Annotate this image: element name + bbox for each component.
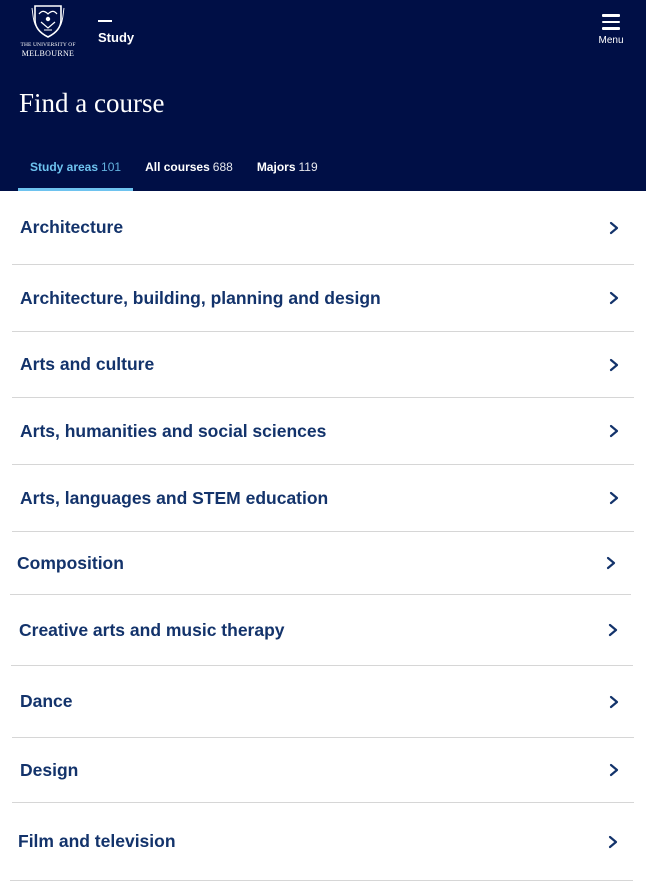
chevron-right-icon — [609, 695, 619, 708]
chevron-right-icon — [609, 763, 619, 777]
university-logo[interactable]: THE UNIVERSITY OF MELBOURNE — [18, 4, 78, 62]
tab-count: 119 — [298, 160, 318, 174]
site-header: THE UNIVERSITY OF MELBOURNE Study Menu F… — [0, 0, 646, 191]
list-item-creative-arts[interactable]: Creative arts and music therapy — [11, 595, 633, 666]
tab-count: 688 — [212, 160, 233, 174]
list-item-label: Architecture — [20, 217, 124, 237]
tab-label: Majors — [256, 160, 296, 174]
list-item-architecture-building[interactable]: Architecture, building, planning and des… — [12, 265, 634, 332]
menu-label: Menu — [598, 35, 624, 46]
section-label[interactable]: Study — [98, 30, 134, 45]
list-item-arts-languages-stem[interactable]: Arts, languages and STEM education — [12, 465, 634, 532]
chevron-right-icon — [609, 358, 619, 371]
list-item-label: Composition — [17, 552, 124, 573]
hamburger-menu-icon — [602, 14, 620, 30]
list-item-label: Creative arts and music therapy — [19, 619, 285, 640]
list-item-label: Arts, languages and STEM education — [20, 487, 329, 508]
chevron-right-icon — [606, 556, 616, 570]
list-item-label: Arts and culture — [20, 354, 155, 374]
list-item-label: Film and television — [18, 831, 176, 851]
list-item-label: Design — [20, 759, 79, 780]
university-crest-icon — [31, 5, 65, 38]
list-item-film-and-television[interactable]: Film and television — [10, 803, 633, 881]
list-item-arts-humanities[interactable]: Arts, humanities and social sciences — [12, 398, 634, 465]
section-dash — [98, 20, 112, 22]
tab-label: All courses — [145, 160, 210, 174]
list-item-design[interactable]: Design — [12, 738, 634, 803]
page-title: Find a course — [19, 88, 165, 118]
list-item-dance[interactable]: Dance — [12, 666, 634, 738]
menu-button[interactable]: Menu — [596, 14, 626, 46]
logo-text-line1: THE UNIVERSITY OF — [20, 42, 76, 48]
tab-label: Study areas — [30, 160, 99, 174]
chevron-right-icon — [609, 491, 619, 505]
tab-study-areas[interactable]: Study areas 101 — [18, 150, 134, 191]
list-item-label: Arts, humanities and social sciences — [20, 420, 327, 441]
logo-text-line2: MELBOURNE — [21, 49, 75, 58]
chevron-right-icon — [609, 291, 619, 305]
list-item-label: Dance — [20, 691, 73, 711]
list-item-composition[interactable]: Composition — [10, 532, 631, 595]
course-tabs: Study areas 101 All courses 688 Majors 119 — [18, 150, 330, 191]
list-item-architecture[interactable]: Architecture — [12, 191, 634, 265]
tab-count: 101 — [101, 160, 122, 174]
chevron-right-icon — [609, 221, 619, 234]
list-item-label: Architecture, building, planning and des… — [20, 287, 381, 308]
tab-all-courses[interactable]: All courses 688 — [133, 150, 245, 191]
list-item-arts-and-culture[interactable]: Arts and culture — [12, 332, 634, 398]
chevron-right-icon — [609, 424, 619, 438]
chevron-right-icon — [608, 835, 618, 848]
tab-majors[interactable]: Majors 119 — [245, 150, 330, 191]
chevron-right-icon — [608, 623, 618, 637]
